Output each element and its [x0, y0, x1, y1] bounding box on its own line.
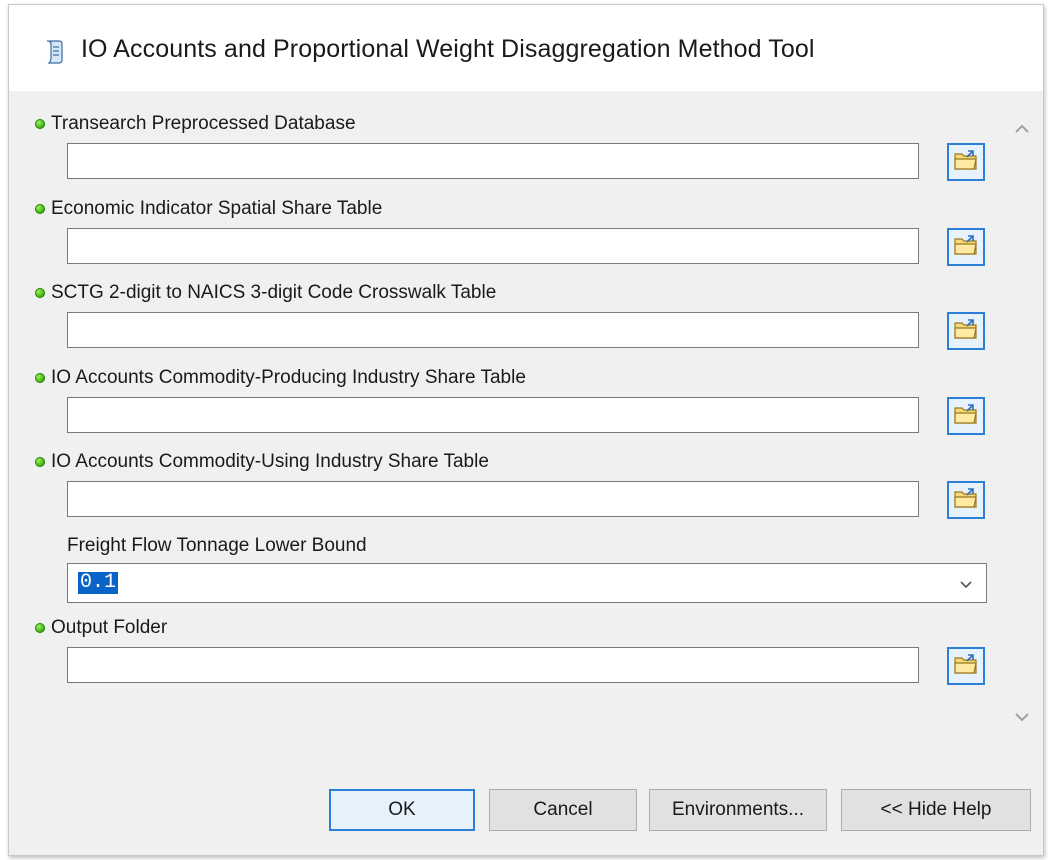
param-label: Output Folder — [51, 617, 168, 638]
crosswalk-input[interactable] — [67, 312, 919, 348]
browse-button[interactable] — [947, 228, 985, 266]
title-bar: IO Accounts and Proportional Weight Disa… — [9, 5, 1043, 91]
browse-button[interactable] — [947, 397, 985, 435]
dialog-title: IO Accounts and Proportional Weight Disa… — [81, 35, 815, 63]
scroll-up-icon[interactable] — [1012, 119, 1032, 139]
environments-button[interactable]: Environments... — [649, 789, 827, 831]
using-share-input[interactable] — [67, 481, 919, 517]
param-label: IO Accounts Commodity-Producing Industry… — [51, 367, 526, 388]
required-indicator-icon — [35, 373, 45, 383]
browse-button[interactable] — [947, 481, 985, 519]
scroll-down-icon[interactable] — [1012, 707, 1032, 727]
open-folder-icon — [953, 148, 979, 177]
required-indicator-icon — [35, 623, 45, 633]
required-indicator-icon — [35, 119, 45, 129]
transearch-input[interactable] — [67, 143, 919, 179]
script-tool-icon — [45, 39, 65, 65]
cancel-button[interactable]: Cancel — [489, 789, 637, 831]
producing-share-input[interactable] — [67, 397, 919, 433]
lower-bound-value[interactable]: 0.1 — [78, 572, 119, 594]
browse-button[interactable] — [947, 647, 985, 685]
open-folder-icon — [953, 652, 979, 681]
param-label: SCTG 2-digit to NAICS 3-digit Code Cross… — [51, 282, 497, 303]
hide-help-button[interactable]: << Hide Help — [841, 789, 1031, 831]
required-indicator-icon — [35, 288, 45, 298]
open-folder-icon — [953, 317, 979, 346]
parameter-panel: Transearch Preprocessed Database Economi… — [9, 91, 1043, 855]
lower-bound-dropdown[interactable]: 0.1 — [67, 563, 987, 603]
output-folder-input[interactable] — [67, 647, 919, 683]
open-folder-icon — [953, 486, 979, 515]
chevron-down-icon[interactable] — [958, 576, 974, 592]
param-label: Freight Flow Tonnage Lower Bound — [67, 535, 367, 556]
economic-indicator-input[interactable] — [67, 228, 919, 264]
required-indicator-icon — [35, 204, 45, 214]
browse-button[interactable] — [947, 312, 985, 350]
ok-button[interactable]: OK — [329, 789, 475, 831]
required-indicator-icon — [35, 457, 45, 467]
open-folder-icon — [953, 402, 979, 431]
tool-dialog: IO Accounts and Proportional Weight Disa… — [8, 4, 1044, 856]
open-folder-icon — [953, 233, 979, 262]
button-bar: OK Cancel Environments... << Hide Help — [9, 771, 1043, 855]
param-label: IO Accounts Commodity-Using Industry Sha… — [51, 451, 489, 472]
browse-button[interactable] — [947, 143, 985, 181]
param-label: Transearch Preprocessed Database — [51, 113, 356, 134]
param-label: Economic Indicator Spatial Share Table — [51, 198, 383, 219]
